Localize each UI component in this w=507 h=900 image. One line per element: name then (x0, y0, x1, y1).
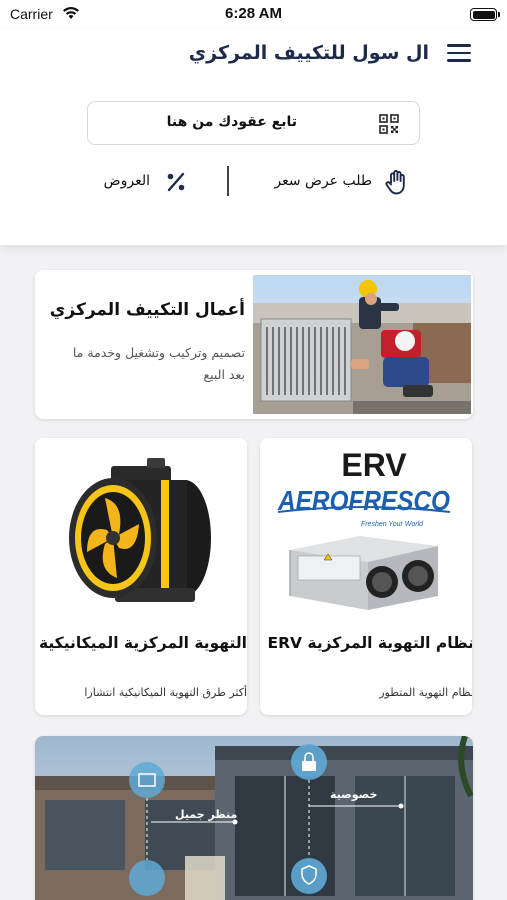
mechanical-ventilation-subtitle: أكثر طرق التهوية الميكانيكية انتشارا (84, 686, 247, 699)
app-title: ال سول للتكييف المركزي (188, 42, 429, 64)
ac-works-description: تصميم وتركيب وتشغيل وخدمة ما بعد البيع (72, 345, 245, 382)
ac-works-card[interactable]: أعمال التكييف المركزي تصميم وتركيب وتشغي… (35, 270, 473, 419)
app-header: ال سول للتكييف المركزي تابع عقودك من هنا… (0, 30, 507, 245)
hand-icon (385, 170, 405, 195)
offers-label: العروض (103, 173, 150, 189)
erv-system-card[interactable]: ERV AEROFRESCO Freshen Your World نظام ا… (260, 438, 472, 715)
privacy-label: خصوصية (330, 788, 378, 801)
ac-works-title: أعمال التكييف المركزي (49, 300, 245, 320)
smart-home-card[interactable]: خصوصية منظر جميل (35, 736, 473, 900)
status-bar: Carrier 6:28 AM (0, 0, 507, 30)
aerofresco-brand: AEROFRESCO (277, 485, 450, 516)
mechanical-ventilation-card[interactable]: التهوية المركزية الميكانيكية أكثر طرق ال… (35, 438, 247, 715)
hamburger-menu-icon[interactable] (447, 44, 471, 64)
erv-system-subtitle: نظام التهوية المتطور (379, 686, 472, 699)
smart-house-image (35, 736, 473, 900)
view-label: منظر جميل (175, 808, 238, 821)
header-divider (227, 166, 229, 196)
mechanical-ventilation-title: التهوية المركزية الميكانيكية (38, 634, 247, 652)
ac-technicians-photo (253, 275, 471, 414)
offers-button[interactable]: العروض (92, 166, 192, 198)
percent-icon (167, 172, 185, 192)
track-contracts-button[interactable]: تابع عقودك من هنا (87, 101, 420, 145)
qr-code-icon (379, 114, 399, 134)
erv-image-label: ERV (341, 447, 407, 483)
battery-icon (470, 8, 500, 21)
aerofresco-tagline: Freshen Your World (361, 521, 424, 528)
track-contracts-label: تابع عقودك من هنا (166, 114, 297, 130)
status-time: 6:28 AM (225, 5, 282, 22)
request-quote-label: طلب عرض سعر (274, 173, 372, 189)
erv-system-title: نظام التهوية المركزية ERV (267, 634, 473, 652)
erv-unit-image: ERV AEROFRESCO Freshen Your World (260, 438, 472, 613)
request-quote-button[interactable]: طلب عرض سعر (262, 166, 414, 198)
inline-duct-fan-image (35, 438, 247, 613)
